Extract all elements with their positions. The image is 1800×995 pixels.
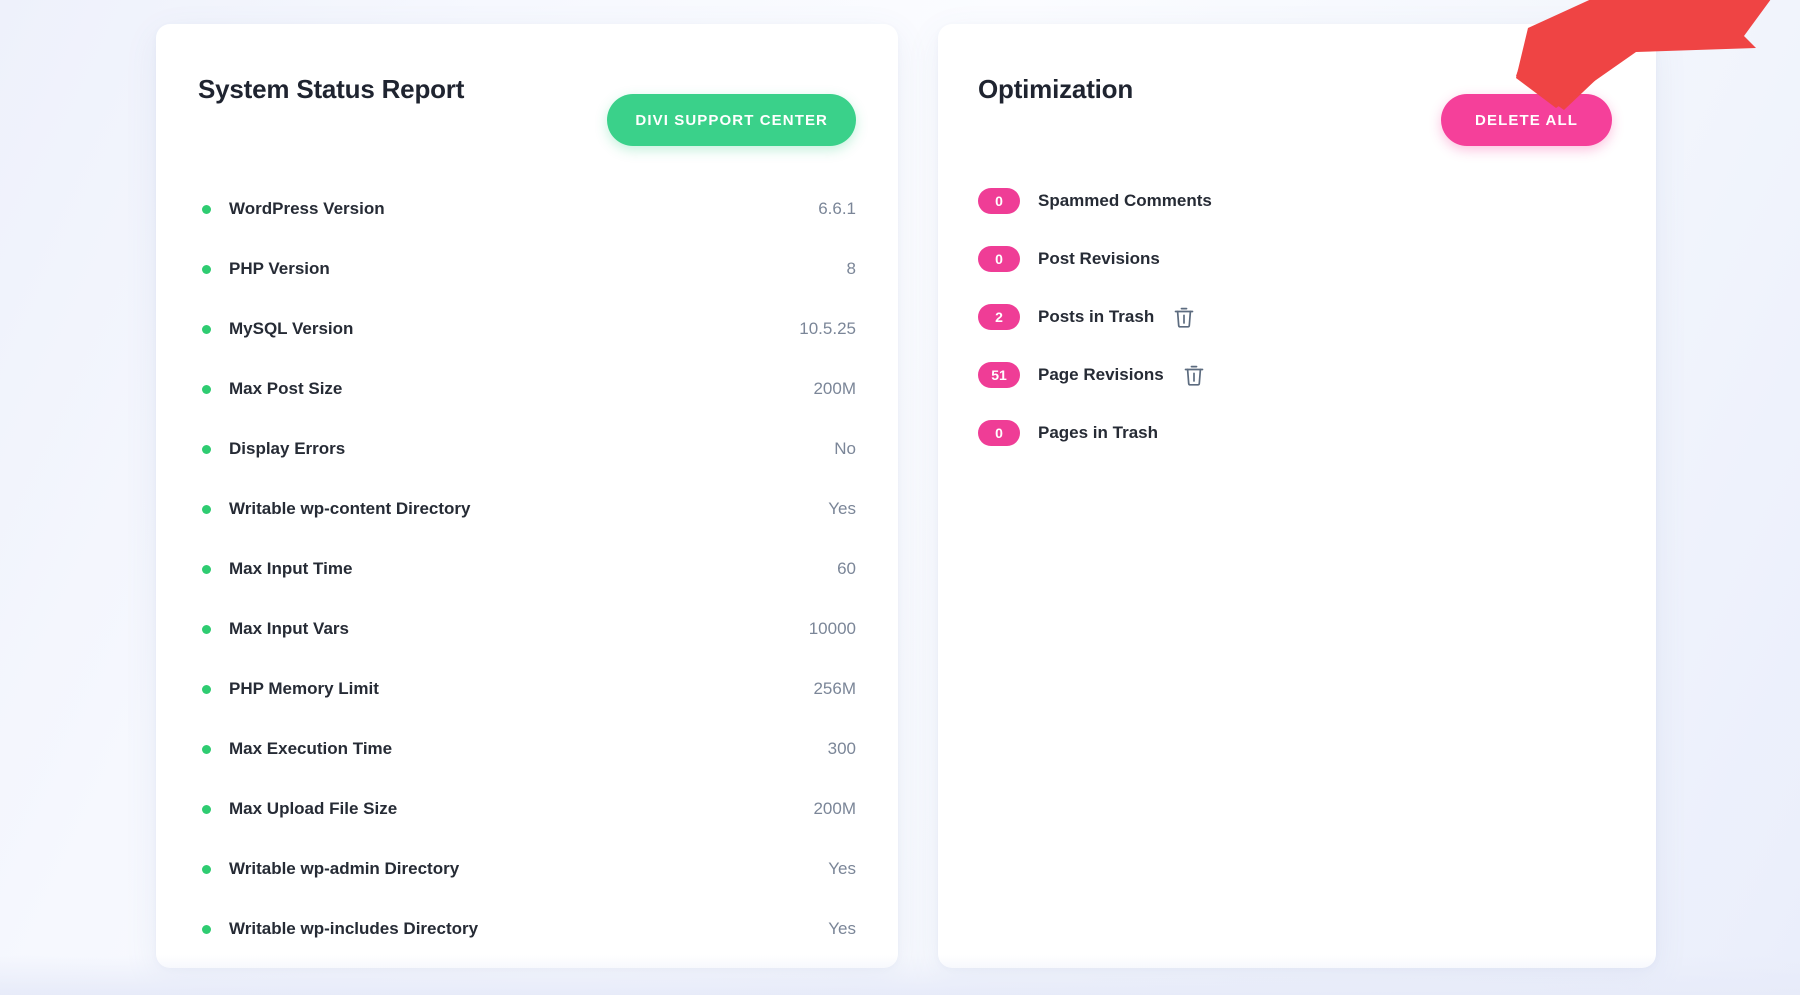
status-row-value: 256M	[813, 679, 856, 699]
optimization-row: 51 Page Revisions	[978, 346, 1616, 404]
page-root: System Status Report DIVI SUPPORT CENTER…	[0, 0, 1800, 995]
status-row-label: Writable wp-includes Directory	[229, 919, 478, 939]
status-row-value: 6.6.1	[818, 199, 856, 219]
status-row-label: PHP Memory Limit	[229, 679, 379, 699]
optimization-list: 0 Spammed Comments 0 Post Revisions 2 Posts i…	[978, 172, 1616, 462]
status-row: PHP Memory Limit 256M	[198, 659, 856, 719]
status-row-label: PHP Version	[229, 259, 330, 279]
status-ok-dot-icon	[202, 445, 211, 454]
optimization-row: 0 Spammed Comments	[978, 172, 1616, 230]
status-row-label: Max Input Time	[229, 559, 352, 579]
status-row-label: Display Errors	[229, 439, 345, 459]
status-row: Writable wp-admin Directory Yes	[198, 839, 856, 899]
status-row: PHP Version 8	[198, 239, 856, 299]
status-row-label: Writable wp-content Directory	[229, 499, 471, 519]
optimization-row-label: Spammed Comments	[1038, 191, 1212, 211]
status-row-value: Yes	[828, 919, 856, 939]
optimization-count-badge: 51	[978, 362, 1020, 388]
status-row-value: 60	[837, 559, 856, 579]
status-row-value: 300	[828, 739, 856, 759]
optimization-row-label: Pages in Trash	[1038, 423, 1158, 443]
status-row: Writable wp-includes Directory Yes	[198, 899, 856, 959]
status-row-label: Max Input Vars	[229, 619, 349, 639]
status-ok-dot-icon	[202, 505, 211, 514]
status-row: Writable wp-content Directory Yes	[198, 479, 856, 539]
trash-icon[interactable]	[1172, 304, 1196, 330]
status-row-label: WordPress Version	[229, 199, 385, 219]
status-row: Max Execution Time 300	[198, 719, 856, 779]
status-row-label: Max Execution Time	[229, 739, 392, 759]
status-row: Max Upload File Size 200M	[198, 779, 856, 839]
optimization-title: Optimization	[978, 74, 1133, 105]
status-row-value: Yes	[828, 499, 856, 519]
optimization-row: 0 Post Revisions	[978, 230, 1616, 288]
optimization-row-label: Post Revisions	[1038, 249, 1160, 269]
optimization-count-badge: 0	[978, 420, 1020, 446]
status-row: Display Errors No	[198, 419, 856, 479]
status-row: Max Post Size 200M	[198, 359, 856, 419]
status-ok-dot-icon	[202, 625, 211, 634]
status-row-label: Max Upload File Size	[229, 799, 397, 819]
status-ok-dot-icon	[202, 925, 211, 934]
optimization-count-badge: 0	[978, 188, 1020, 214]
status-ok-dot-icon	[202, 205, 211, 214]
status-row-value: 8	[847, 259, 856, 279]
status-row-value: No	[834, 439, 856, 459]
status-row-value: 200M	[813, 799, 856, 819]
optimization-card: Optimization DELETE ALL 0 Spammed Comment…	[938, 24, 1656, 968]
optimization-row-label: Page Revisions	[1038, 365, 1164, 385]
status-ok-dot-icon	[202, 865, 211, 874]
status-row-value: 10000	[809, 619, 856, 639]
status-ok-dot-icon	[202, 385, 211, 394]
delete-all-button[interactable]: DELETE ALL	[1441, 94, 1612, 146]
status-row-value: Yes	[828, 859, 856, 879]
optimization-row: 2 Posts in Trash	[978, 288, 1616, 346]
optimization-row-label: Posts in Trash	[1038, 307, 1154, 327]
status-row: WordPress Version 6.6.1	[198, 179, 856, 239]
status-row-label: Max Post Size	[229, 379, 342, 399]
system-status-list: WordPress Version 6.6.1 PHP Version 8 MySQL …	[198, 179, 856, 959]
status-ok-dot-icon	[202, 265, 211, 274]
status-row-label: Writable wp-admin Directory	[229, 859, 459, 879]
optimization-row: 0 Pages in Trash	[978, 404, 1616, 462]
status-ok-dot-icon	[202, 745, 211, 754]
page-title: System Status Report	[198, 74, 464, 105]
status-ok-dot-icon	[202, 805, 211, 814]
status-ok-dot-icon	[202, 685, 211, 694]
status-row-value: 200M	[813, 379, 856, 399]
status-row: MySQL Version 10.5.25	[198, 299, 856, 359]
status-row: Max Input Vars 10000	[198, 599, 856, 659]
optimization-count-badge: 2	[978, 304, 1020, 330]
status-row-label: MySQL Version	[229, 319, 353, 339]
status-ok-dot-icon	[202, 565, 211, 574]
status-ok-dot-icon	[202, 325, 211, 334]
status-row: Max Input Time 60	[198, 539, 856, 599]
status-row-value: 10.5.25	[799, 319, 856, 339]
optimization-count-badge: 0	[978, 246, 1020, 272]
trash-icon[interactable]	[1182, 362, 1206, 388]
system-status-report-card: System Status Report DIVI SUPPORT CENTER…	[156, 24, 898, 968]
divi-support-center-button[interactable]: DIVI SUPPORT CENTER	[607, 94, 856, 146]
